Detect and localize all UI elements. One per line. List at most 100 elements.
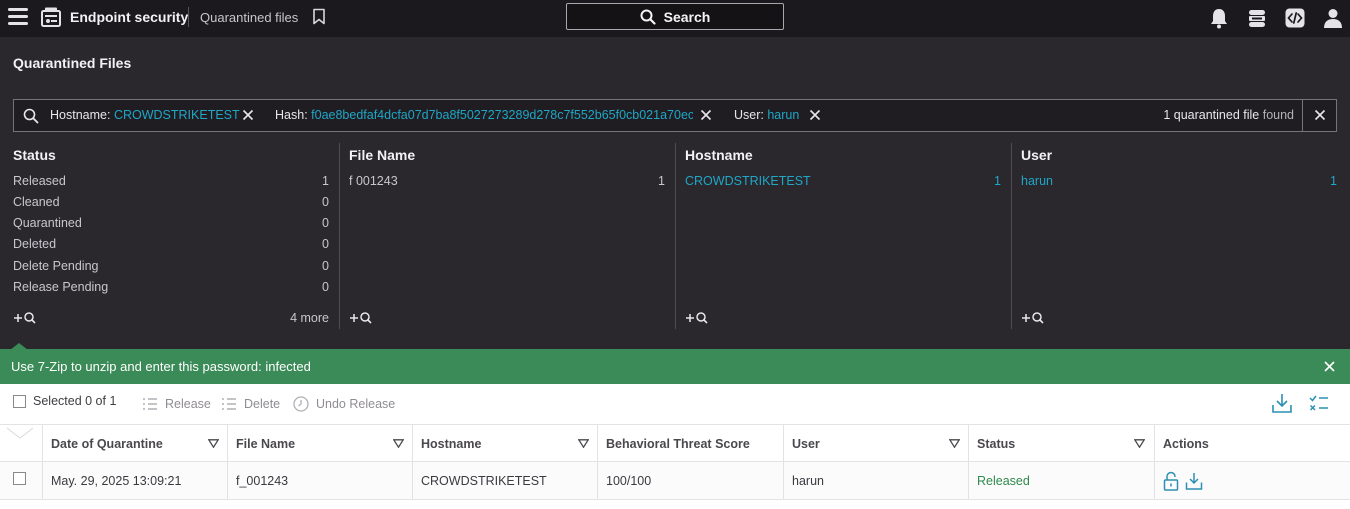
remove-filter-hash-icon[interactable] — [700, 109, 712, 121]
column-header-label: Status — [977, 437, 1016, 451]
search-label: Search — [663, 8, 711, 25]
filter-triangle-icon[interactable] — [208, 439, 219, 448]
add-search-facet-icon[interactable] — [685, 310, 709, 326]
facet-row-quarantined[interactable]: Quarantined 0 — [13, 216, 329, 230]
found-suffix: found — [1262, 108, 1294, 122]
cell-date: May. 29, 2025 13:09:21 — [42, 462, 228, 499]
filter-chip-key: User — [734, 108, 761, 122]
filter-chip-hash[interactable]: Hash: f0ae8bedfaf4dcfa07d7ba8f5027273289… — [275, 108, 693, 122]
download-file-icon[interactable] — [1185, 471, 1203, 491]
bookmark-icon[interactable] — [312, 8, 326, 25]
facet-row-label: Quarantined — [13, 216, 82, 230]
facet-row-deleted[interactable]: Deleted 0 — [13, 237, 329, 251]
filter-triangle-icon[interactable] — [393, 439, 404, 448]
undo-release-button[interactable]: Undo Release — [293, 396, 395, 412]
page-breadcrumb: Quarantined files — [200, 10, 299, 25]
filter-chip-hostname[interactable]: Hostname: CROWDSTRIKETEST — [50, 108, 240, 122]
password-notice-banner: Use 7-Zip to unzip and enter this passwo… — [0, 349, 1350, 384]
facet-row-count: 1 — [322, 174, 329, 188]
table-row[interactable]: May. 29, 2025 13:09:21 f_001243 CROWDSTR… — [0, 462, 1350, 500]
facet-row-count: 0 — [322, 195, 329, 209]
add-search-facet-icon[interactable] — [349, 310, 373, 326]
add-search-facet-icon[interactable] — [1021, 310, 1045, 326]
facet-row-released[interactable]: Released 1 — [13, 174, 329, 188]
facet-title: Hostname — [685, 147, 753, 163]
global-search-button[interactable]: Search — [566, 3, 784, 30]
row-checkbox[interactable] — [13, 472, 26, 485]
notifications-bell-icon[interactable] — [1208, 7, 1230, 29]
filter-chip-value: harun — [767, 108, 800, 122]
facet-divider — [1011, 143, 1012, 329]
remove-filter-hostname-icon[interactable] — [242, 109, 254, 121]
release-label: Release — [165, 397, 211, 411]
cell-threat-score: 100/100 — [597, 462, 783, 499]
top-bar: Endpoint security Quarantined files Sear… — [0, 0, 1350, 37]
column-header-actions: Actions — [1154, 425, 1350, 462]
facet-row-count: 0 — [322, 216, 329, 230]
cell-status: Released — [968, 462, 1154, 499]
facet-row-label: Released — [13, 174, 66, 188]
clear-filters-button[interactable] — [1302, 100, 1336, 131]
facet-row-count: 1 — [1330, 174, 1337, 188]
filter-triangle-icon[interactable] — [1134, 439, 1145, 448]
developer-code-icon[interactable] — [1284, 7, 1306, 29]
selected-count: Selected 0 of 1 — [33, 394, 117, 408]
facet-title: Status — [13, 147, 56, 163]
facet-row-label: Cleaned — [13, 195, 60, 209]
facet-row-label: CROWDSTRIKETEST — [685, 174, 811, 188]
facet-user: User harun 1 — [1021, 143, 1337, 329]
column-header-hostname[interactable]: Hostname — [412, 425, 598, 462]
page-title: Quarantined Files — [13, 55, 132, 71]
user-profile-icon[interactable] — [1322, 7, 1344, 29]
download-icon[interactable] — [1271, 392, 1293, 414]
delete-button[interactable]: Delete — [221, 396, 280, 412]
facet-row-label: harun — [1021, 174, 1053, 188]
column-header-label: User — [792, 437, 820, 451]
close-icon[interactable] — [1323, 360, 1336, 373]
facet-row-label: Deleted — [13, 237, 57, 251]
filter-triangle-icon[interactable] — [578, 439, 589, 448]
column-header-status[interactable]: Status — [968, 425, 1154, 462]
app-title[interactable]: Endpoint security — [70, 9, 188, 25]
facet-row-delete-pending[interactable]: Delete Pending 0 — [13, 259, 329, 273]
results-found-count: 1 quarantined file found — [1163, 108, 1294, 122]
endpoint-security-app-icon — [41, 7, 61, 27]
column-header-user[interactable]: User — [783, 425, 969, 462]
column-header-threat-score[interactable]: Behavioral Threat Score — [597, 425, 783, 462]
release-button[interactable]: Release — [142, 396, 211, 412]
filter-chip-user[interactable]: User: harun — [734, 108, 799, 122]
filter-chip-value: CROWDSTRIKETEST — [113, 108, 240, 122]
facet-hostname: Hostname CROWDSTRIKETEST 1 — [685, 143, 1001, 329]
select-all-checkbox[interactable] — [13, 395, 26, 408]
facet-row-cleaned[interactable]: Cleaned 0 — [13, 195, 329, 209]
delete-label: Delete — [244, 397, 281, 411]
facet-row-count: 1 — [994, 174, 1001, 188]
column-header-date[interactable]: Date of Quarantine — [42, 425, 228, 462]
facet-divider — [675, 143, 676, 329]
filter-triangle-icon[interactable] — [949, 439, 960, 448]
column-checklist-icon[interactable] — [1308, 392, 1330, 414]
facet-row-count: 1 — [658, 174, 665, 188]
facet-row-release-pending[interactable]: Release Pending 0 — [13, 280, 329, 294]
found-count: 1 — [1163, 108, 1171, 122]
column-header-file-name[interactable]: File Name — [227, 425, 413, 462]
scroll-icon[interactable] — [1246, 7, 1268, 29]
remove-filter-user-icon[interactable] — [809, 109, 821, 121]
undo-release-label: Undo Release — [316, 397, 396, 411]
filter-bar[interactable]: Hostname: CROWDSTRIKETEST Hash: f0ae8bed… — [13, 99, 1337, 132]
column-header-label: File Name — [236, 437, 296, 451]
search-icon — [23, 108, 39, 124]
facet-row-file[interactable]: f 001243 1 — [349, 174, 665, 188]
cell-file-name: f_001243 — [227, 462, 413, 499]
facet-more-link[interactable]: 4 more — [290, 311, 329, 325]
facet-row-count: 0 — [322, 259, 329, 273]
results-panel: Selected 0 of 1 Release Delete Undo Rele… — [0, 384, 1350, 509]
facet-row-hostname[interactable]: CROWDSTRIKETEST 1 — [685, 174, 1001, 188]
unlock-release-icon[interactable] — [1162, 471, 1180, 491]
add-search-facet-icon[interactable] — [13, 310, 37, 326]
facet-row-user[interactable]: harun 1 — [1021, 174, 1337, 188]
hamburger-menu-icon[interactable] — [8, 8, 28, 28]
cell-hostname: CROWDSTRIKETEST — [412, 462, 598, 499]
expand-rows-chevron-icon[interactable] — [0, 425, 42, 462]
facet-title: User — [1021, 147, 1053, 163]
